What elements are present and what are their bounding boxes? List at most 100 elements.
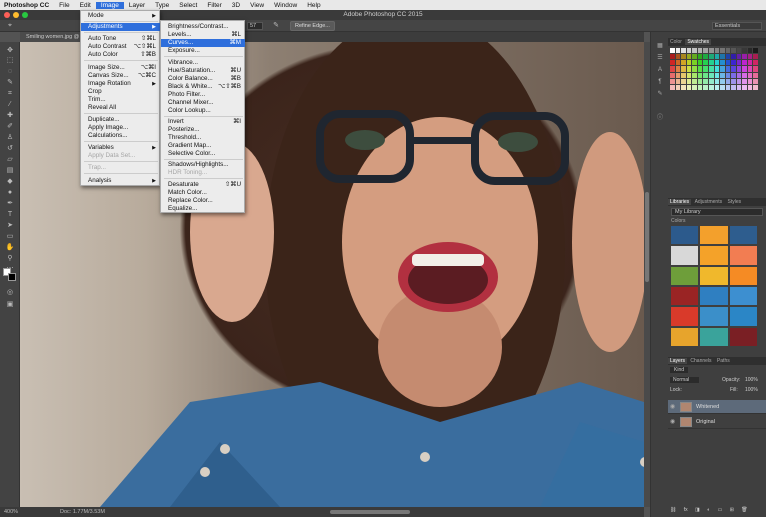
swatch[interactable] [686,48,692,54]
tab-styles[interactable]: Styles [725,199,743,205]
menu-item-mode[interactable]: Mode ▶ [81,12,160,20]
type-tool-icon[interactable]: T [4,210,16,219]
menu-item-gradient-map[interactable]: Gradient Map... [161,142,245,150]
paragraph-panel-icon[interactable]: ¶ [655,78,665,87]
swatch[interactable] [692,48,697,54]
folder-icon[interactable]: ▭ [718,507,723,513]
zoom-level[interactable]: 400% [4,507,18,517]
swatch[interactable] [692,66,697,72]
swatch[interactable] [747,78,753,84]
menu-item-levels[interactable]: Levels... ⌘L [161,31,245,39]
library-color-swatch[interactable] [700,327,728,346]
swatch[interactable] [675,60,681,66]
swatch[interactable] [725,48,731,54]
library-color-swatch[interactable] [671,246,699,265]
swatch[interactable] [714,72,720,78]
swatch[interactable] [720,84,725,90]
swatch[interactable] [725,84,731,90]
swatch[interactable] [720,54,725,60]
swatch[interactable] [736,66,742,72]
menu-3d[interactable]: 3D [227,2,245,9]
menu-item-desaturate[interactable]: Desaturate ⇧⌘U [161,181,245,189]
swatch[interactable] [736,78,742,84]
swatch[interactable] [753,66,758,72]
menu-item-exposure[interactable]: Exposure... [161,47,245,55]
swatch[interactable] [697,66,703,72]
swatch[interactable] [736,84,742,90]
swatch[interactable] [731,84,736,90]
swatch[interactable] [703,60,708,66]
swatch[interactable] [736,54,742,60]
swatch[interactable] [714,54,720,60]
layer-row[interactable]: ◉ Original [668,415,766,429]
swatch[interactable] [703,48,708,54]
library-color-swatch[interactable] [700,307,728,326]
menu-item-vibrance[interactable]: Vibrance... [161,59,245,67]
menu-item-black-white[interactable]: Black & White... ⌥⇧⌘B [161,83,245,91]
swatch[interactable] [725,60,731,66]
menu-item-image-rotation[interactable]: Image Rotation ▶ [81,80,160,88]
adjustment-layer-icon[interactable]: ◐ [707,507,710,513]
swatch[interactable] [675,48,681,54]
swatch[interactable] [714,84,720,90]
library-color-swatch[interactable] [729,266,757,285]
swatch[interactable] [708,48,714,54]
swatch[interactable] [720,66,725,72]
tab-channels[interactable]: Channels [688,358,713,364]
menu-item-photo-filter[interactable]: Photo Filter... [161,91,245,99]
swatch[interactable] [731,78,736,84]
swatch[interactable] [681,72,686,78]
swatch[interactable] [670,78,675,84]
swatch[interactable] [708,84,714,90]
swatch[interactable] [742,84,747,90]
swatch[interactable] [714,66,720,72]
swatch[interactable] [742,54,747,60]
background-color[interactable] [8,273,16,281]
swatch[interactable] [708,60,714,66]
minimize-window-icon[interactable] [13,12,19,18]
swatch[interactable] [686,66,692,72]
tab-layers[interactable]: Layers [668,358,688,364]
library-color-swatch[interactable] [671,307,699,326]
quick-select-tool-icon[interactable]: ✎ [4,78,16,87]
swatch[interactable] [703,84,708,90]
swatch[interactable] [681,78,686,84]
swatch[interactable] [675,66,681,72]
library-color-swatch[interactable] [700,246,728,265]
tab-paths[interactable]: Paths [715,358,732,364]
swatch[interactable] [708,78,714,84]
menu-item-selective-color[interactable]: Selective Color... [161,150,245,158]
swatch[interactable] [753,60,758,66]
swatch[interactable] [725,78,731,84]
swatch[interactable] [720,60,725,66]
swatch[interactable] [681,66,686,72]
swatch[interactable] [686,54,692,60]
history-brush-tool-icon[interactable]: ↺ [4,144,16,153]
swatch[interactable] [697,78,703,84]
info-panel-icon[interactable]: ⓘ [655,114,665,123]
tab-color[interactable]: Color [668,39,684,45]
library-select[interactable]: My Library [671,208,763,216]
menu-file[interactable]: File [54,2,74,9]
swatch[interactable] [670,48,675,54]
blur-tool-icon[interactable]: ◆ [4,177,16,186]
library-color-swatch[interactable] [671,286,699,306]
swatch[interactable] [692,72,697,78]
menu-item-auto-tone[interactable]: Auto Tone ⇧⌘L [81,35,160,43]
swatch[interactable] [697,60,703,66]
swatch[interactable] [720,48,725,54]
menu-item-auto-color[interactable]: Auto Color ⇧⌘B [81,51,160,59]
menu-item-crop[interactable]: Crop [81,88,160,96]
tab-swatches[interactable]: Swatches [685,39,712,45]
menu-view[interactable]: View [245,2,269,9]
menu-item-variables[interactable]: Variables ▶ [81,144,160,152]
menu-select[interactable]: Select [174,2,202,9]
menu-item-color-lookup[interactable]: Color Lookup... [161,107,245,115]
gradient-tool-icon[interactable]: ▤ [4,166,16,175]
swatch[interactable] [681,84,686,90]
swatch[interactable] [681,54,686,60]
properties-panel-icon[interactable]: ☰ [655,54,665,63]
history-panel-icon[interactable]: ▦ [655,42,665,51]
swatch[interactable] [670,66,675,72]
swatch[interactable] [686,84,692,90]
